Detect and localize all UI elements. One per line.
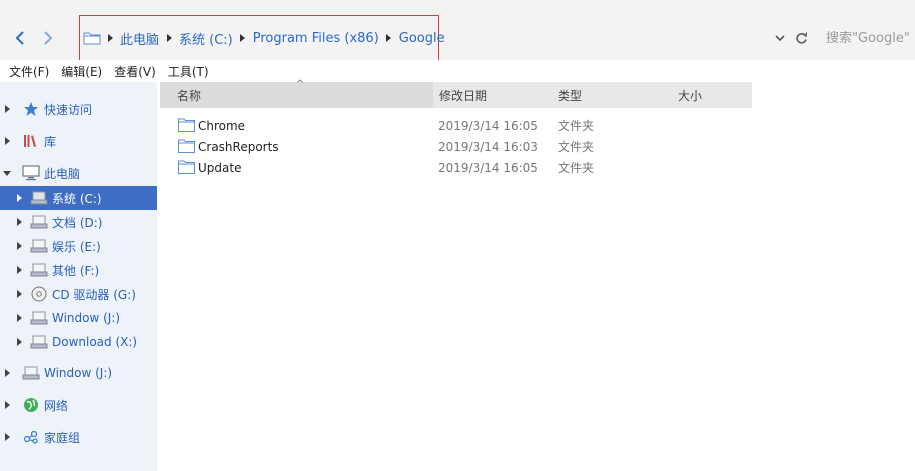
menu-edit[interactable]: 编辑(E) — [56, 63, 107, 80]
expand-arrow-icon[interactable] — [12, 234, 26, 258]
back-button[interactable] — [8, 26, 32, 50]
chevron-down-icon — [775, 34, 785, 41]
column-header-size[interactable]: 大小 — [673, 82, 752, 108]
sort-ascending-icon: ^ — [296, 79, 305, 90]
drive-icon — [30, 333, 48, 351]
expand-arrow-icon[interactable] — [12, 258, 26, 282]
expand-arrow-icon[interactable] — [12, 282, 26, 306]
breadcrumb-separator-icon[interactable] — [385, 24, 393, 52]
breadcrumb-separator-icon[interactable] — [239, 24, 247, 52]
sidebar-item-x-drive[interactable]: Download (X:) — [0, 330, 157, 354]
sidebar-item-library[interactable]: 库 — [0, 129, 157, 153]
library-icon — [22, 132, 40, 150]
sidebar-item-d-drive[interactable]: 文档 (D:) — [0, 210, 157, 234]
homegroup-icon — [22, 428, 40, 446]
file-date: 2019/3/14 16:03 — [438, 139, 538, 154]
expand-arrow-icon[interactable] — [0, 97, 14, 121]
sidebar-item-network[interactable]: 网络 — [0, 393, 157, 417]
star-icon — [22, 100, 40, 118]
menu-file[interactable]: 文件(F) — [4, 63, 54, 80]
expand-arrow-icon[interactable] — [0, 129, 14, 153]
computer-icon — [22, 164, 40, 182]
breadcrumb[interactable]: 此电脑 系统 (C:) Program Files (x86) Google — [80, 24, 451, 52]
file-name[interactable]: Chrome — [198, 119, 245, 133]
file-date: 2019/3/14 16:05 — [438, 160, 538, 175]
breadcrumb-item-program-files-x86[interactable]: Program Files (x86) — [247, 31, 385, 46]
breadcrumb-item-c-drive[interactable]: 系统 (C:) — [173, 29, 239, 48]
sidebar-item-j-drive[interactable]: Window (J:) — [0, 306, 157, 330]
menu-view[interactable]: 查看(V) — [109, 63, 161, 80]
address-history-dropdown[interactable] — [772, 30, 788, 46]
drive-icon — [30, 189, 48, 207]
drive-icon — [30, 237, 48, 255]
column-header-date[interactable]: 修改日期 — [433, 82, 553, 108]
folder-icon — [178, 139, 195, 153]
sidebar-item-f-drive[interactable]: 其他 (F:) — [0, 258, 157, 282]
folder-icon — [178, 118, 195, 132]
column-header-type[interactable]: 类型 — [553, 82, 673, 108]
file-date: 2019/3/14 16:05 — [438, 118, 538, 133]
column-header-bar: ^ 名称 修改日期 类型 大小 — [160, 79, 752, 108]
file-name[interactable]: Update — [198, 161, 241, 175]
sidebar-item-e-drive[interactable]: 娱乐 (E:) — [0, 234, 157, 258]
expand-arrow-icon[interactable] — [12, 330, 26, 354]
drive-icon — [30, 213, 48, 231]
breadcrumb-separator-icon[interactable] — [106, 24, 114, 52]
menu-bar: 文件(F) 编辑(E) 查看(V) 工具(T) — [0, 60, 915, 82]
search-box[interactable] — [820, 26, 915, 50]
navigation-pane: 快速访问 库 此电脑 系统 (C:) 文档 (D:) 娱乐 (E:) 其他 (F… — [0, 82, 157, 471]
file-list-pane: ^ 名称 修改日期 类型 大小 Chrome 2019/3/14 16:05 文… — [160, 79, 915, 471]
file-type: 文件夹 — [558, 119, 595, 133]
refresh-icon — [795, 31, 807, 44]
breadcrumb-item-this-pc[interactable]: 此电脑 — [114, 29, 165, 48]
file-row-crashreports[interactable]: CrashReports 2019/3/14 16:03 文件夹 — [160, 136, 752, 157]
collapse-arrow-icon[interactable] — [0, 161, 14, 185]
cd-drive-icon — [30, 285, 48, 303]
sidebar-item-window-drive[interactable]: Window (J:) — [0, 361, 157, 385]
folder-icon — [178, 160, 195, 174]
sidebar-item-quick-access[interactable]: 快速访问 — [0, 97, 157, 121]
file-type: 文件夹 — [558, 161, 595, 175]
sidebar-item-cd-drive[interactable]: CD 驱动器 (G:) — [0, 282, 157, 306]
chevron-left-icon — [15, 31, 24, 45]
network-icon — [22, 396, 40, 414]
menu-tools[interactable]: 工具(T) — [163, 63, 214, 80]
address-toolbar: 此电脑 系统 (C:) Program Files (x86) Google — [0, 0, 915, 61]
chevron-right-icon — [44, 31, 53, 45]
search-input[interactable] — [820, 30, 915, 46]
file-row-chrome[interactable]: Chrome 2019/3/14 16:05 文件夹 — [160, 115, 752, 136]
refresh-button[interactable] — [792, 29, 810, 47]
expand-arrow-icon[interactable] — [12, 186, 26, 210]
file-type: 文件夹 — [558, 140, 595, 154]
expand-arrow-icon[interactable] — [0, 393, 14, 417]
drive-icon — [30, 261, 48, 279]
expand-arrow-icon[interactable] — [12, 210, 26, 234]
sidebar-item-homegroup[interactable]: 家庭组 — [0, 425, 157, 449]
file-name[interactable]: CrashReports — [198, 140, 279, 154]
file-row-update[interactable]: Update 2019/3/14 16:05 文件夹 — [160, 157, 752, 178]
sidebar-item-this-pc[interactable]: 此电脑 — [0, 161, 157, 185]
breadcrumb-separator-icon[interactable] — [165, 24, 173, 52]
forward-button[interactable] — [36, 26, 60, 50]
expand-arrow-icon[interactable] — [0, 425, 14, 449]
drive-icon — [30, 309, 48, 327]
breadcrumb-item-google[interactable]: Google — [393, 31, 451, 46]
drive-icon — [22, 364, 40, 382]
column-header-name[interactable]: ^ 名称 — [160, 79, 433, 108]
folder-icon[interactable] — [80, 24, 104, 52]
expand-arrow-icon[interactable] — [12, 306, 26, 330]
sidebar-item-c-drive[interactable]: 系统 (C:) — [0, 186, 157, 210]
expand-arrow-icon[interactable] — [0, 361, 14, 385]
